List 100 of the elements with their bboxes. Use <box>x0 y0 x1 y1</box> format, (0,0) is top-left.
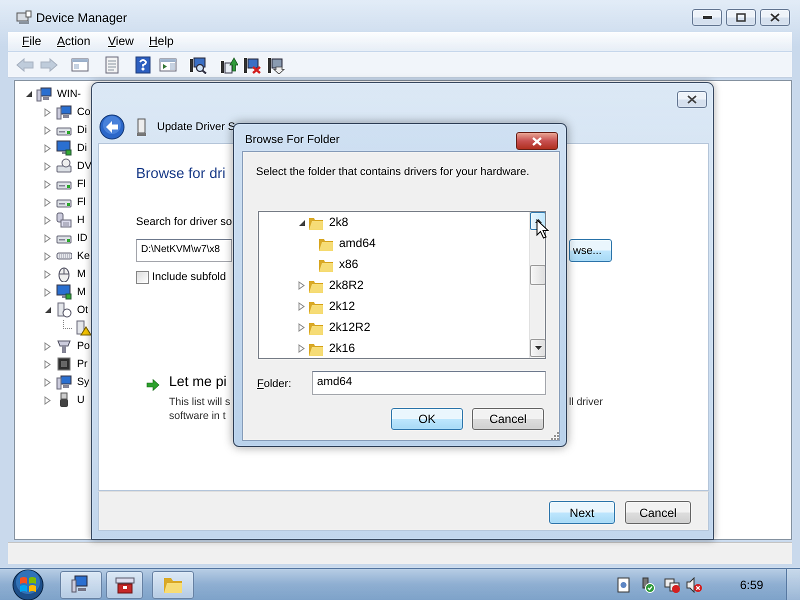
menu-item[interactable]: Help <box>149 34 174 48</box>
down-arrow-device-icon[interactable] <box>267 56 285 74</box>
scrollbar-track[interactable] <box>529 212 545 358</box>
tree-item-label[interactable]: Di <box>77 141 87 155</box>
menu-item[interactable]: Action <box>57 34 90 48</box>
menu-item[interactable]: File <box>22 34 42 48</box>
checkbox-label[interactable]: Include subfold <box>152 270 226 284</box>
sheet-icon[interactable] <box>103 56 121 74</box>
expand-arrow-icon[interactable] <box>44 144 51 152</box>
dialog-title: Browse For Folder <box>245 133 340 147</box>
magnifier-monitor-icon[interactable] <box>189 56 207 74</box>
next-button[interactable]: Next <box>549 501 615 524</box>
expand-arrow-icon[interactable] <box>44 126 51 134</box>
back-button[interactable] <box>99 114 125 140</box>
resize-grip-icon <box>551 432 559 440</box>
tree-item-label[interactable]: DV <box>77 159 92 173</box>
search-label: Search for driver so <box>136 215 232 229</box>
collapse-arrow-icon[interactable] <box>44 306 52 314</box>
clock[interactable]: 6:59 <box>740 578 764 592</box>
collapse-arrow-icon[interactable] <box>25 90 33 98</box>
mouse-icon <box>56 266 72 282</box>
warning-device-icon <box>75 320 91 336</box>
scroll-down-button[interactable] <box>530 339 545 357</box>
path-field[interactable]: D:\NetKVM\w7\x8 <box>136 239 232 262</box>
taskbar-button[interactable] <box>106 571 143 599</box>
port-icon <box>56 338 72 354</box>
folder-item[interactable]: x86 <box>339 257 358 272</box>
folder-field[interactable]: amd64 <box>312 371 546 395</box>
tree-item-label[interactable]: M <box>77 267 86 281</box>
help-icon[interactable] <box>134 56 152 74</box>
down-arrow-icon <box>534 346 542 350</box>
remove-device-icon[interactable] <box>243 56 261 74</box>
minimize-icon <box>702 16 712 19</box>
tree-item-label[interactable]: Co <box>77 105 90 119</box>
expand-arrow-icon[interactable] <box>44 198 51 206</box>
expand-arrow-icon[interactable] <box>298 302 305 311</box>
expand-arrow-icon[interactable] <box>298 281 305 290</box>
tree-item-label[interactable]: M <box>77 285 86 299</box>
start-button[interactable] <box>12 569 44 600</box>
expand-arrow-icon[interactable] <box>298 344 305 353</box>
tree-item-label[interactable]: U <box>77 393 85 407</box>
expand-arrow-icon[interactable] <box>44 234 51 242</box>
close-button[interactable] <box>677 91 707 108</box>
expand-arrow-icon[interactable] <box>44 360 51 368</box>
browse-button[interactable]: wse... <box>569 239 612 262</box>
folder-item[interactable]: 2k12R2 <box>329 320 370 335</box>
tree-item-label[interactable]: WIN- <box>57 87 81 101</box>
scrollbar-thumb[interactable] <box>530 265 545 285</box>
tree-item-label[interactable]: Pr <box>77 357 88 371</box>
cancel-button[interactable]: Cancel <box>625 501 691 524</box>
upload-arrow-icon[interactable] <box>220 56 238 74</box>
folder-item[interactable]: 2k8 <box>329 215 348 230</box>
option-title[interactable]: Let me pi <box>169 374 227 388</box>
close-button[interactable] <box>760 9 790 26</box>
expand-arrow-icon[interactable] <box>44 270 51 278</box>
menu-item[interactable]: View <box>108 34 134 48</box>
maximize-icon <box>734 12 748 23</box>
collapse-arrow-icon[interactable] <box>298 218 306 226</box>
document-icon[interactable] <box>615 577 631 593</box>
folder-item[interactable]: 2k8R2 <box>329 278 364 293</box>
expand-arrow-icon[interactable] <box>44 180 51 188</box>
network-error-icon[interactable] <box>664 577 680 593</box>
expand-arrow-icon[interactable] <box>44 288 51 296</box>
minimize-button[interactable] <box>692 9 722 26</box>
tree-item-label[interactable]: ID <box>77 231 88 245</box>
cancel-button[interactable]: Cancel <box>472 408 544 430</box>
expand-arrow-icon[interactable] <box>44 396 51 404</box>
expand-arrow-icon[interactable] <box>44 162 51 170</box>
expand-arrow-icon[interactable] <box>298 323 305 332</box>
tree-item-label[interactable]: H <box>77 213 85 227</box>
tree-item-label[interactable]: Di <box>77 123 87 137</box>
window-pane-icon[interactable] <box>159 56 177 74</box>
expand-arrow-icon[interactable] <box>44 108 51 116</box>
close-icon <box>531 136 543 146</box>
folder-item[interactable]: 2k16 <box>329 341 356 356</box>
dialog-prompt: Select the folder that contains drivers for your hardware. <box>256 165 530 179</box>
checkbox[interactable] <box>136 271 149 284</box>
option-description: ll driver <box>569 395 603 409</box>
option-description: software in t <box>169 409 226 423</box>
expand-arrow-icon[interactable] <box>44 252 51 260</box>
close-button[interactable] <box>516 132 558 150</box>
folder-item[interactable]: amd64 <box>339 236 376 251</box>
folder-item[interactable]: 2k12 <box>329 299 356 314</box>
expand-arrow-icon[interactable] <box>44 378 51 386</box>
expand-arrow-icon[interactable] <box>44 216 51 224</box>
tree-item-label[interactable]: Fl <box>77 195 86 209</box>
maximize-button[interactable] <box>726 9 756 26</box>
tree-item-label[interactable]: Po <box>77 339 90 353</box>
show-desktop-button[interactable] <box>786 569 800 600</box>
disc-drive-icon <box>56 158 72 174</box>
tree-item-label[interactable]: Fl <box>77 177 86 191</box>
tree-item-label[interactable]: Ke <box>77 249 90 263</box>
expand-arrow-icon[interactable] <box>44 342 51 350</box>
tree-item-label[interactable]: Ot <box>77 303 88 317</box>
taskbar-button[interactable] <box>60 571 102 599</box>
tree-item-label[interactable]: Sy <box>77 375 90 389</box>
volume-muted-icon[interactable] <box>686 577 702 593</box>
window-pane-icon[interactable] <box>71 56 89 74</box>
monitor-icon <box>56 140 72 156</box>
ok-button[interactable]: OK <box>391 408 463 430</box>
